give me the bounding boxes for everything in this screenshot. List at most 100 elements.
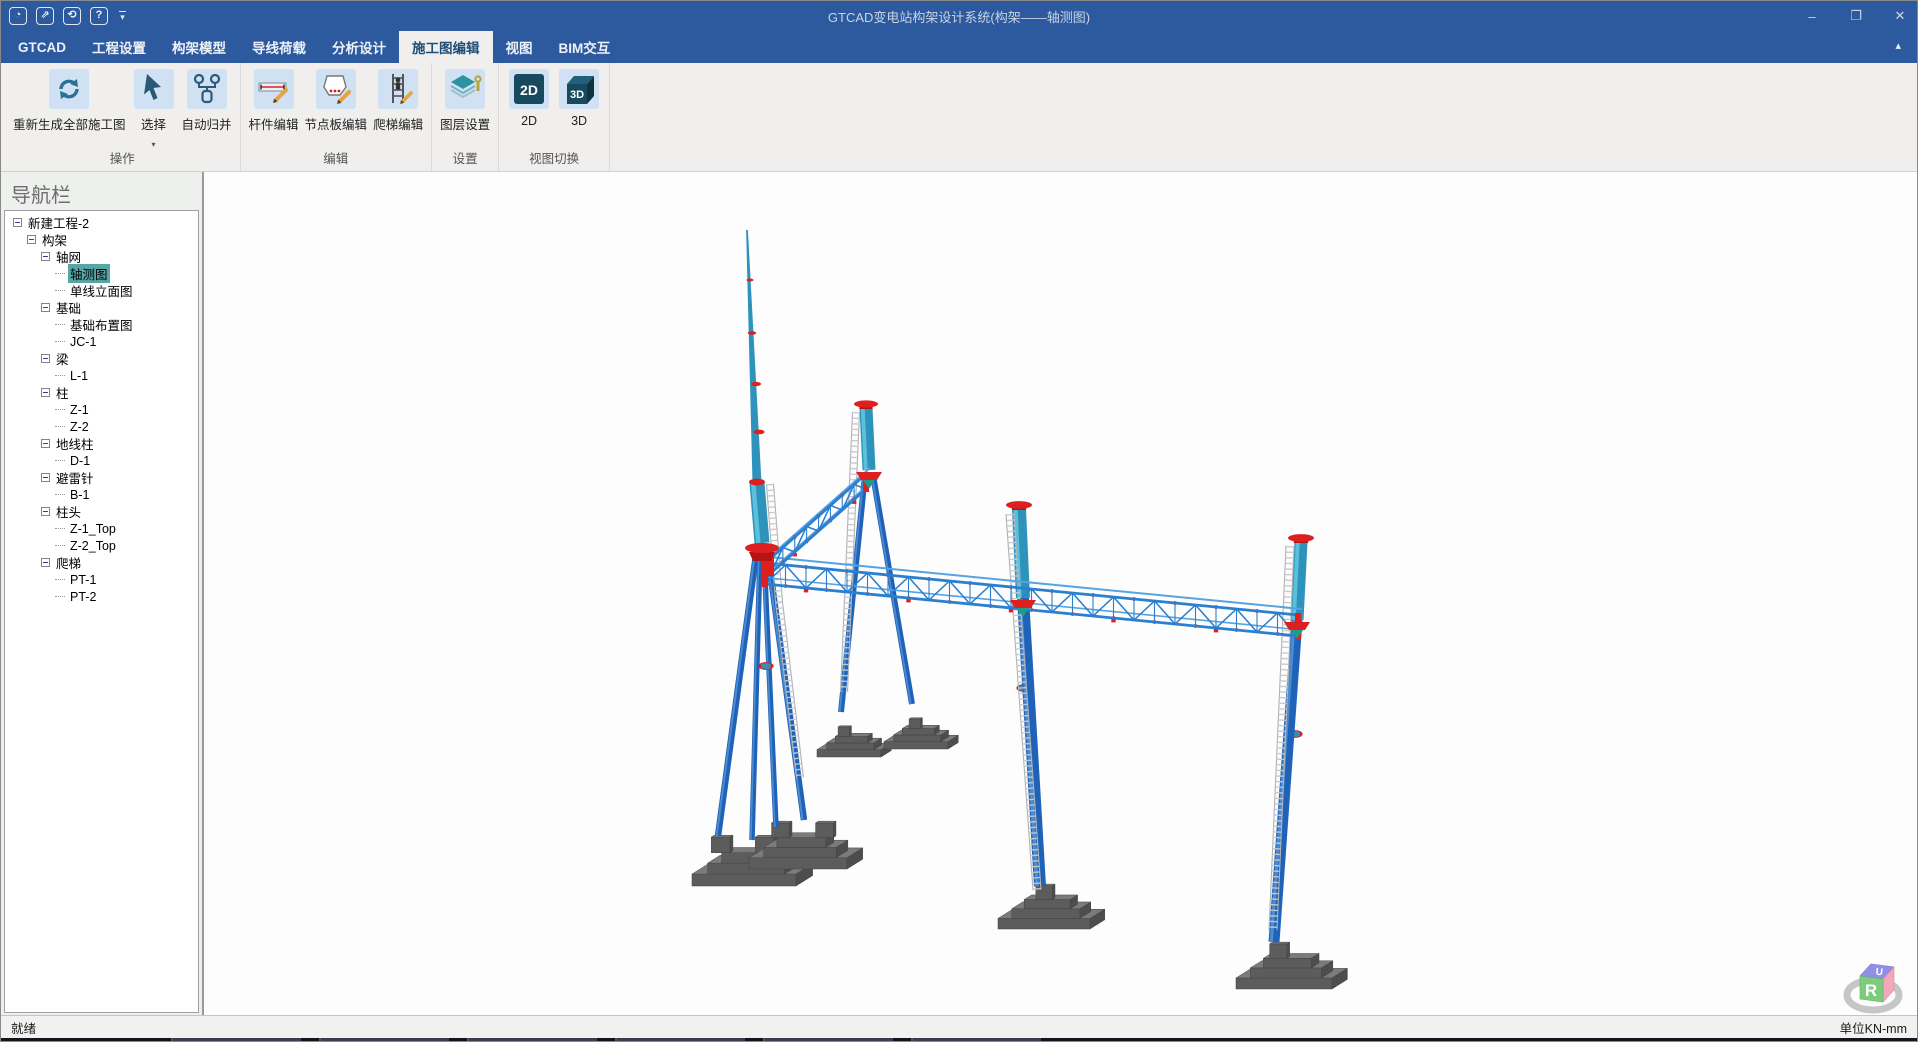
tab-施工图编辑[interactable]: 施工图编辑 <box>399 31 493 63</box>
tree-item-爬梯[interactable]: 爬梯 <box>7 554 198 571</box>
tree-collapse-icon[interactable] <box>41 558 50 567</box>
tree-item-PT-1[interactable]: PT-1 <box>7 571 198 588</box>
3d-viewport[interactable]: R U <box>204 172 1917 1015</box>
quick-access-toolbar: ◔ ⇗ ⟲? ▾ <box>1 7 126 25</box>
tree-collapse-icon[interactable] <box>41 252 50 261</box>
refresh-icon <box>49 69 89 109</box>
tree-item-基础[interactable]: 基础 <box>7 299 198 316</box>
window-title: GTCAD变电站构架设计系统(构架——轴测图) <box>1 7 1917 26</box>
tree-item-Z-1_Top[interactable]: Z-1_Top <box>7 520 198 537</box>
tree-item-轴网[interactable]: 轴网 <box>7 248 198 265</box>
taskbar-edge <box>1 1038 1917 1042</box>
tree-item-label: JC-1 <box>68 335 98 349</box>
ribbon-button-label: 自动归并 <box>182 114 232 133</box>
cursor-icon <box>134 69 174 109</box>
tree-item-label: PT-2 <box>68 590 98 604</box>
tree-item-Z-2_Top[interactable]: Z-2_Top <box>7 537 198 554</box>
svg-text:2D: 2D <box>520 82 538 98</box>
2d-view-icon: 2D <box>509 69 549 109</box>
tree-collapse-icon[interactable] <box>13 218 22 227</box>
tree-item-label: 柱头 <box>54 502 83 521</box>
restore-button[interactable]: ❐ <box>1847 8 1865 24</box>
navigation-panel-title: 导航栏 <box>1 172 202 213</box>
tree-collapse-icon[interactable] <box>41 439 50 448</box>
tree-collapse-icon[interactable] <box>27 235 36 244</box>
application-window: ◔ ⇗ ⟲? ▾ GTCAD变电站构架设计系统(构架——轴测图) – ❐ ✕ GTCA… <box>0 0 1918 1042</box>
tree-item-label: L-1 <box>68 369 90 383</box>
title-bar: ◔ ⇗ ⟲? ▾ GTCAD变电站构架设计系统(构架——轴测图) – ❐ ✕ <box>1 1 1917 31</box>
layer-settings-button[interactable]: 图层设置 <box>440 69 490 133</box>
refresh-button[interactable]: 重新生成全部施工图 <box>13 69 126 133</box>
tree-item-基础布置图[interactable]: 基础布置图 <box>7 316 198 333</box>
tree-connector <box>55 375 65 376</box>
tree-item-单线立面图[interactable]: 单线立面图 <box>7 282 198 299</box>
tree-item-避雷针[interactable]: 避雷针 <box>7 469 198 486</box>
rotate-icon[interactable]: ⟲ <box>63 7 81 25</box>
member-edit-button[interactable]: 杆件编辑 <box>249 69 299 133</box>
qat-customize-icon[interactable]: ▾ <box>119 11 126 22</box>
export-icon[interactable]: ⇗ <box>36 7 54 25</box>
ladder-edit-button[interactable]: 爬梯编辑 <box>373 69 423 133</box>
tree-connector <box>55 324 65 325</box>
app-logo-icon: R U <box>1843 949 1905 1015</box>
svg-text:R: R <box>1865 981 1877 1000</box>
dropdown-caret-icon[interactable]: ▾ <box>152 140 156 149</box>
tab-构架模型[interactable]: 构架模型 <box>159 31 239 63</box>
svg-text:3D: 3D <box>570 89 584 101</box>
3d-view-button[interactable]: 3D3D <box>557 69 601 128</box>
tree-item-JC-1[interactable]: JC-1 <box>7 333 198 350</box>
tree-item-新建工程-2[interactable]: 新建工程-2 <box>7 214 198 231</box>
tree-item-label: Z-1 <box>68 403 91 417</box>
tree-item-构架[interactable]: 构架 <box>7 231 198 248</box>
tab-工程设置[interactable]: 工程设置 <box>79 31 159 63</box>
tree-collapse-icon[interactable] <box>41 303 50 312</box>
ribbon-button-label: 重新生成全部施工图 <box>13 114 126 133</box>
tree-connector <box>55 494 65 495</box>
tree-item-label: B-1 <box>68 488 91 502</box>
ribbon-button-label: 选择 <box>141 114 166 133</box>
tree-item-梁[interactable]: 梁 <box>7 350 198 367</box>
tree-item-label: Z-2 <box>68 420 91 434</box>
tree-collapse-icon[interactable] <box>41 388 50 397</box>
tree-item-label: D-1 <box>68 454 92 468</box>
minimize-button[interactable]: – <box>1803 9 1821 24</box>
tree-item-柱头[interactable]: 柱头 <box>7 503 198 520</box>
tree-connector <box>55 579 65 580</box>
tree-item-地线柱[interactable]: 地线柱 <box>7 435 198 452</box>
ribbon-tab-bar: GTCAD工程设置构架模型导线荷载分析设计施工图编辑视图BIM交互 <box>1 31 1917 63</box>
collapse-ribbon-button[interactable]: ▴ <box>1895 39 1901 52</box>
tab-视图[interactable]: 视图 <box>493 31 546 63</box>
tree-item-B-1[interactable]: B-1 <box>7 486 198 503</box>
tree-collapse-icon[interactable] <box>41 507 50 516</box>
tree-item-PT-2[interactable]: PT-2 <box>7 588 198 605</box>
auto-merge-button[interactable]: 自动归并 <box>182 69 232 133</box>
tree-item-柱[interactable]: 柱 <box>7 384 198 401</box>
navigation-panel: 导航栏 新建工程-2构架轴网轴测图单线立面图基础基础布置图 JC-1梁 L-1柱 Z-… <box>1 172 204 1015</box>
cursor-button[interactable]: 选择▾ <box>132 69 176 133</box>
ribbon-button-label: 2D <box>521 114 537 128</box>
tab-导线荷载[interactable]: 导线荷载 <box>239 31 319 63</box>
tree-collapse-icon[interactable] <box>41 473 50 482</box>
tab-BIM交互[interactable]: BIM交互 <box>546 31 624 63</box>
help-icon[interactable]: ? <box>90 7 108 25</box>
gauge-icon[interactable]: ◔ <box>9 7 27 25</box>
ribbon-group-label: 视图切换 <box>507 149 601 169</box>
tree-item-Z-2[interactable]: Z-2 <box>7 418 198 435</box>
tree-collapse-icon[interactable] <box>41 354 50 363</box>
tree-item-D-1[interactable]: D-1 <box>7 452 198 469</box>
tab-GTCAD[interactable]: GTCAD <box>5 31 79 63</box>
ribbon-group-操作: 重新生成全部施工图选择▾自动归并操作 <box>5 63 241 171</box>
tree-item-label: 避雷针 <box>54 468 96 487</box>
tree-item-Z-1[interactable]: Z-1 <box>7 401 198 418</box>
member-edit-icon <box>254 69 294 109</box>
2d-view-button[interactable]: 2D 2D <box>507 69 551 128</box>
tab-分析设计[interactable]: 分析设计 <box>319 31 399 63</box>
ribbon-group-编辑: 杆件编辑节点板编辑爬梯编辑编辑 <box>241 63 433 171</box>
ribbon-button-label: 爬梯编辑 <box>373 114 423 133</box>
tree-item-L-1[interactable]: L-1 <box>7 367 198 384</box>
gusset-edit-button[interactable]: 节点板编辑 <box>305 69 368 133</box>
tree-item-轴测图[interactable]: 轴测图 <box>7 265 198 282</box>
status-bar: 就绪 单位KN-mm <box>1 1015 1917 1038</box>
tree-connector <box>55 409 65 410</box>
close-button[interactable]: ✕ <box>1891 8 1909 24</box>
